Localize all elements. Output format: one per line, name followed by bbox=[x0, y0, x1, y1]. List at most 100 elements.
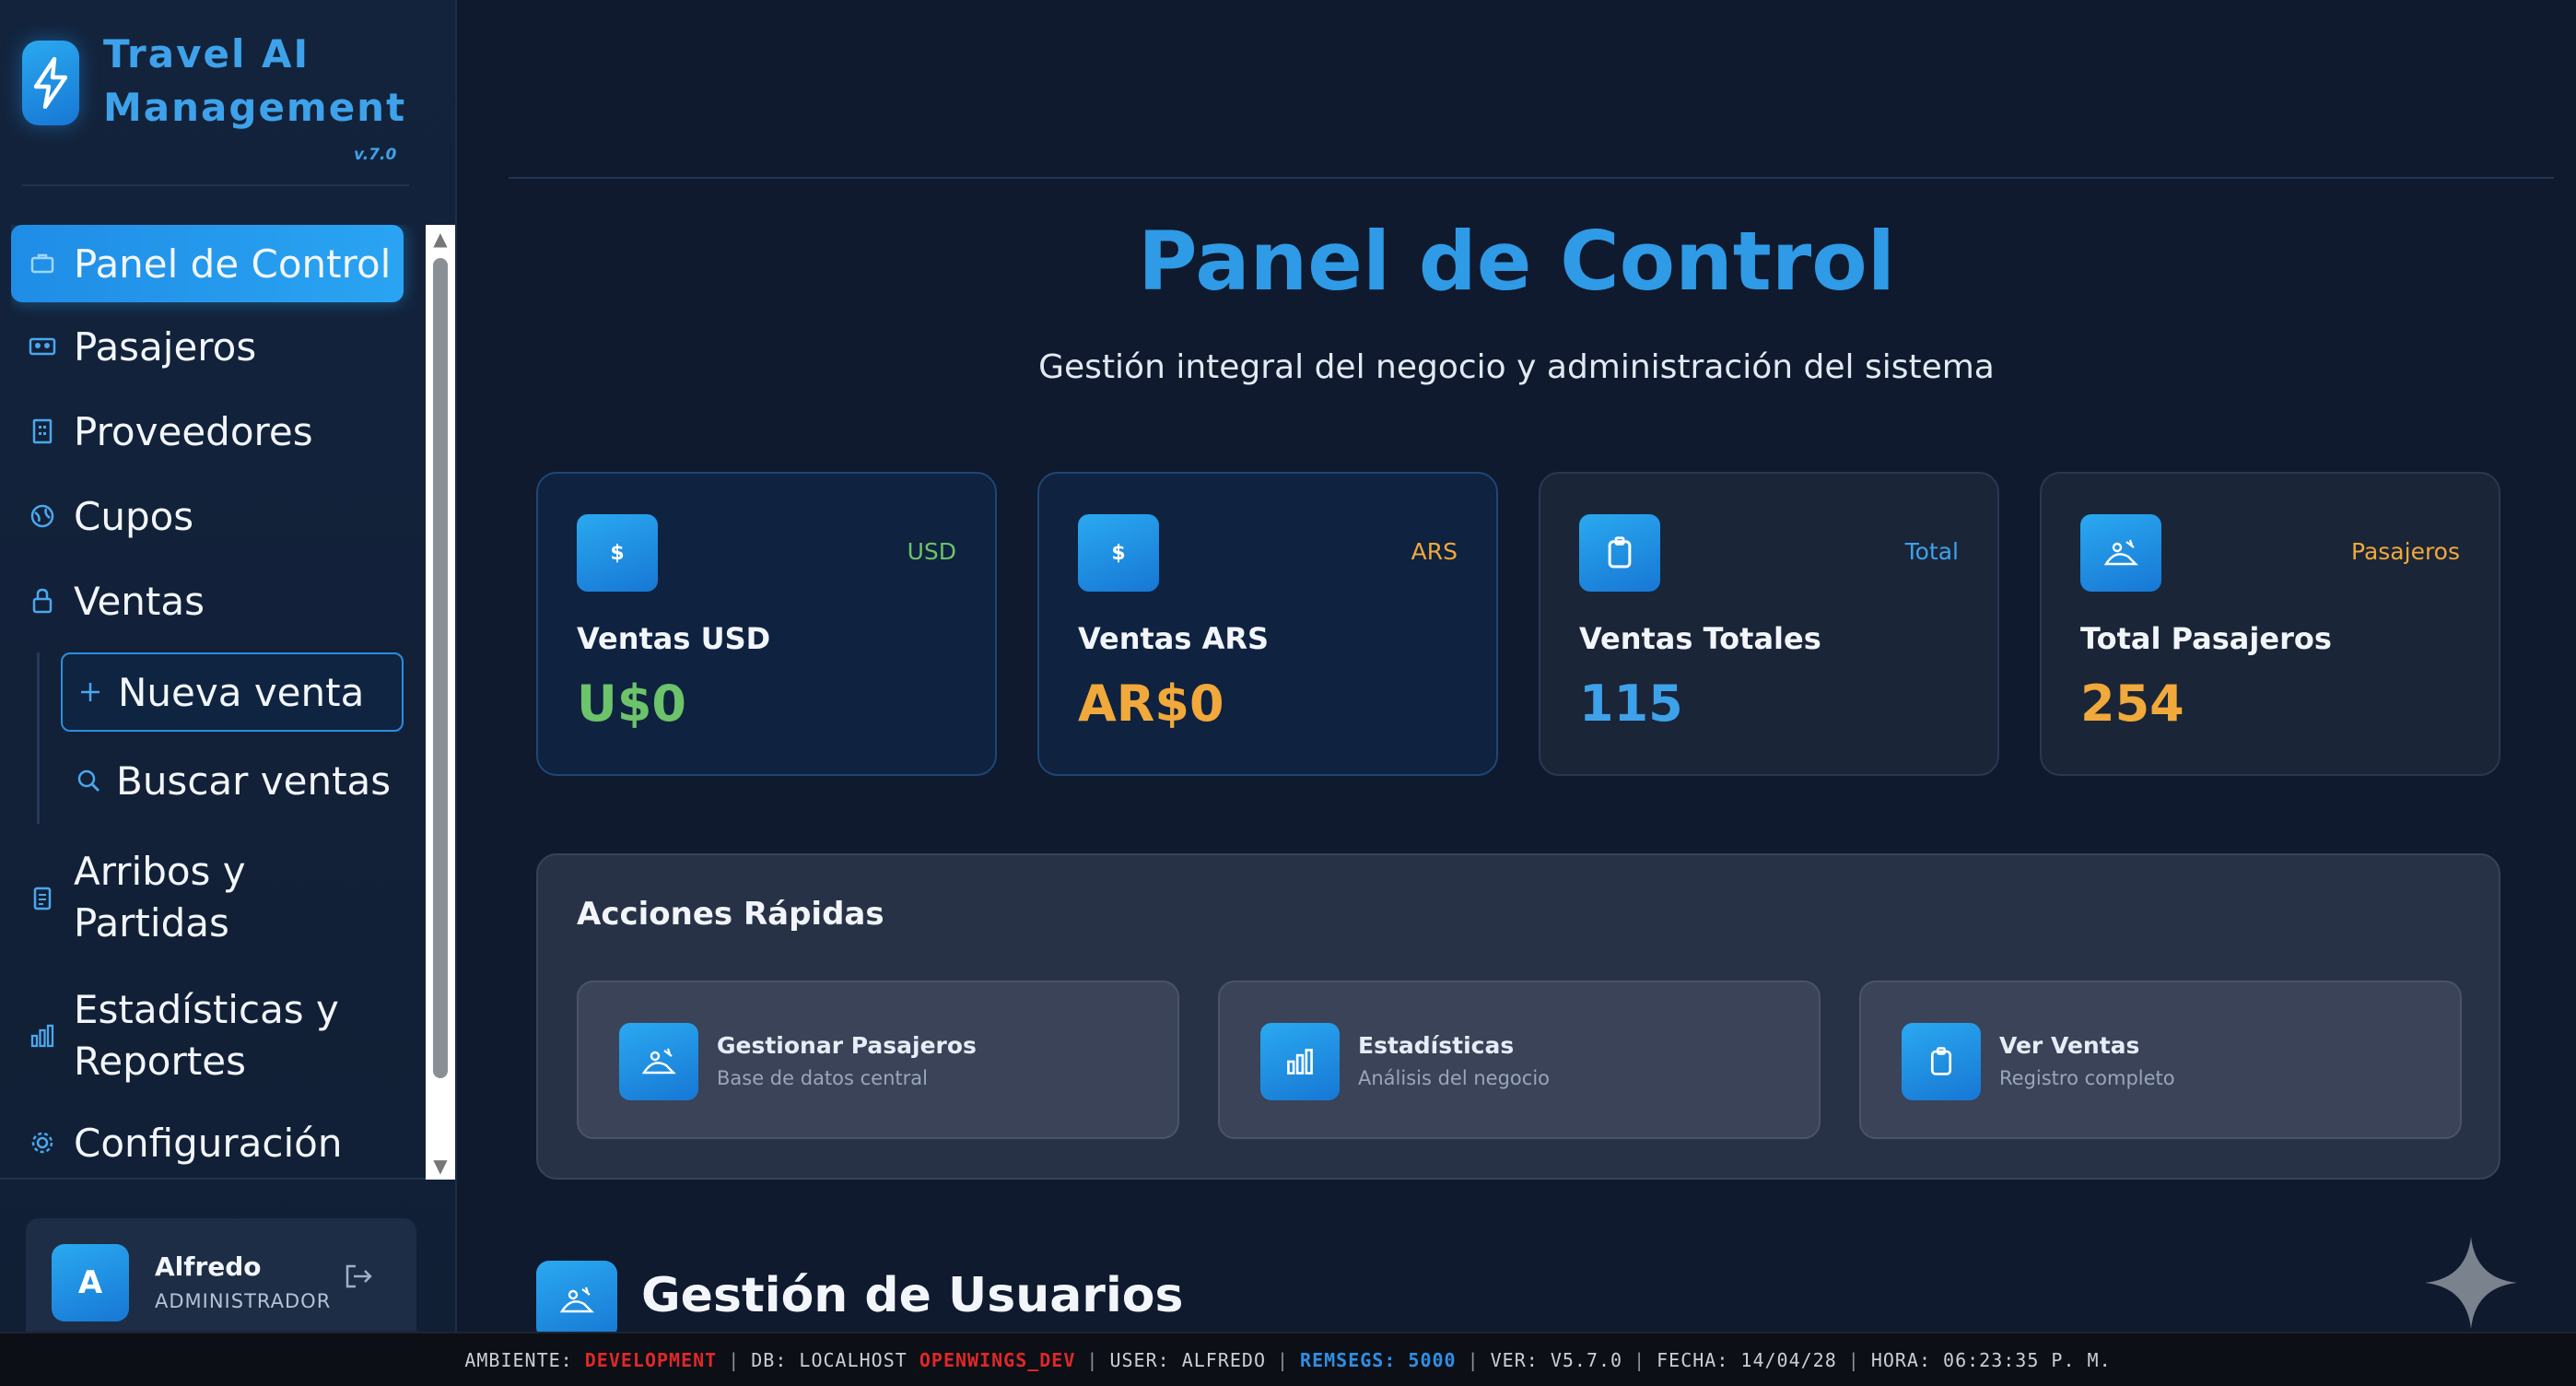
sidebar-subitem-buscar-ventas[interactable]: Buscar ventas bbox=[61, 741, 404, 820]
sidebar-subitem-label: Buscar ventas bbox=[116, 758, 392, 804]
page-title: Panel de Control bbox=[1138, 214, 1895, 309]
status-date: FECHA: 14/04/28 bbox=[1657, 1348, 1837, 1371]
quick-action-label: Gestionar Pasajeros bbox=[717, 1032, 977, 1059]
quick-actions-title: Acciones Rápidas bbox=[577, 896, 884, 933]
sidebar-item-label: Cupos bbox=[74, 493, 194, 539]
stat-tag: ARS bbox=[1411, 538, 1458, 565]
divider bbox=[0, 1178, 426, 1180]
clipboard-icon bbox=[1902, 1023, 1981, 1100]
stat-card-ventas-totales[interactable]: Total Ventas Totales 115 bbox=[1539, 472, 1999, 776]
brand-version: v.7.0 bbox=[354, 146, 397, 164]
status-db-value: OPENWINGS_DEV bbox=[919, 1348, 1076, 1371]
sidebar: Travel AI Management v.7.0 Panel de Cont… bbox=[0, 0, 457, 1332]
lightning-icon bbox=[22, 41, 79, 125]
sidebar-item-label: Panel de Control bbox=[74, 241, 392, 287]
brand-title-line1: Travel AI bbox=[103, 31, 310, 76]
dollar-icon: $ bbox=[1078, 514, 1159, 592]
gear-icon bbox=[11, 1130, 74, 1156]
quick-action-ver-ventas[interactable]: Ver Ventas Registro completo bbox=[1859, 981, 2462, 1139]
sidebar-item-pasajeros[interactable]: Pasajeros bbox=[11, 310, 404, 383]
quick-action-label: Ver Ventas bbox=[1999, 1032, 2140, 1059]
stat-card-total-pasajeros[interactable]: Pasajeros Total Pasajeros 254 bbox=[2040, 472, 2500, 776]
passengers-icon bbox=[11, 335, 74, 358]
page-subtitle: Gestión integral del negocio y administr… bbox=[1038, 348, 1995, 386]
logout-icon[interactable] bbox=[343, 1263, 374, 1294]
status-separator: | bbox=[728, 1348, 741, 1371]
plus-icon bbox=[63, 680, 118, 704]
sparkle-icon[interactable] bbox=[2425, 1237, 2517, 1329]
stat-label: Ventas ARS bbox=[1078, 621, 1270, 656]
scroll-down-arrow-icon[interactable]: ▼ bbox=[426, 1152, 455, 1180]
stat-label: Ventas Totales bbox=[1579, 621, 1821, 656]
user-name: Alfredo bbox=[155, 1251, 262, 1282]
sidebar-item-cupos[interactable]: Cupos bbox=[11, 479, 404, 553]
status-env-value: DEVELOPMENT bbox=[584, 1348, 718, 1371]
stat-card-ventas-usd[interactable]: $ USD Ventas USD U$0 bbox=[536, 472, 997, 776]
sidebar-item-label: Ventas bbox=[74, 578, 205, 624]
passengers-icon bbox=[2080, 514, 2161, 592]
scroll-thumb[interactable] bbox=[433, 258, 448, 1078]
stat-card-ventas-ars[interactable]: $ ARS Ventas ARS AR$0 bbox=[1037, 472, 1498, 776]
sidebar-item-label: Pasajeros bbox=[74, 323, 257, 370]
brand-title-line2: Management bbox=[103, 85, 407, 130]
globe-icon bbox=[11, 503, 74, 529]
dollar-icon: $ bbox=[577, 514, 658, 592]
sidebar-item-label: Proveedores bbox=[74, 408, 313, 454]
status-time: HORA: 06:23:35 P. M. bbox=[1870, 1348, 2112, 1371]
users-icon bbox=[536, 1261, 617, 1340]
sidebar-item-panel-de-control[interactable]: Panel de Control bbox=[11, 225, 404, 302]
sidebar-nav: Panel de Control Pasajeros Proveedores C… bbox=[11, 225, 426, 1180]
sidebar-item-arribos-y-partidas[interactable]: Arribos y Partidas bbox=[11, 840, 404, 955]
status-version: VER: V5.7.0 bbox=[1490, 1348, 1623, 1371]
quick-action-desc: Registro completo bbox=[1999, 1067, 2175, 1089]
passengers-icon bbox=[619, 1023, 698, 1100]
sidebar-item-estadisticas-y-reportes[interactable]: Estadísticas y Reportes bbox=[11, 979, 404, 1093]
scroll-up-arrow-icon[interactable]: ▲ bbox=[426, 225, 455, 253]
status-separator: | bbox=[1277, 1348, 1290, 1371]
sidebar-subitem-nueva-venta[interactable]: Nueva venta bbox=[61, 652, 404, 732]
divider bbox=[509, 177, 2554, 179]
quick-action-desc: Base de datos central bbox=[717, 1067, 928, 1089]
sidebar-item-label: Configuración bbox=[74, 1120, 343, 1166]
status-separator: | bbox=[1467, 1348, 1480, 1371]
sidebar-subitem-label: Nueva venta bbox=[118, 669, 365, 715]
status-separator: | bbox=[1847, 1348, 1860, 1371]
user-role: ADMINISTRADOR bbox=[155, 1290, 332, 1312]
avatar[interactable]: A bbox=[52, 1244, 129, 1321]
quick-action-estadisticas[interactable]: Estadísticas Análisis del negocio bbox=[1218, 981, 1821, 1139]
sidebar-item-proveedores[interactable]: Proveedores bbox=[11, 394, 404, 468]
sidebar-scrollbar[interactable]: ▲ ▼ bbox=[426, 225, 455, 1180]
building-icon bbox=[11, 418, 74, 444]
sidebar-item-label: Arribos y Partidas bbox=[74, 849, 246, 946]
quick-action-gestionar-pasajeros[interactable]: Gestionar Pasajeros Base de datos centra… bbox=[577, 981, 1179, 1139]
status-env-label: AMBIENTE: bbox=[464, 1348, 573, 1371]
sidebar-item-label: Estadísticas y Reportes bbox=[74, 987, 339, 1084]
status-remsegs-value: 5000 bbox=[1408, 1348, 1457, 1371]
stat-value: AR$0 bbox=[1078, 675, 1224, 733]
user-card: A Alfredo ADMINISTRADOR bbox=[26, 1218, 416, 1332]
status-remsegs-label: REMSEGS: bbox=[1300, 1348, 1397, 1371]
stat-label: Ventas USD bbox=[577, 621, 771, 656]
search-icon bbox=[61, 768, 116, 793]
quick-actions-panel: Acciones Rápidas Gestionar Pasajeros Bas… bbox=[536, 853, 2500, 1180]
dashboard-icon bbox=[11, 253, 74, 275]
sidebar-item-ventas[interactable]: Ventas bbox=[11, 564, 404, 638]
status-db-label: DB: LOCALHOST bbox=[751, 1348, 907, 1371]
brand-title: Travel AI Management bbox=[103, 28, 406, 135]
status-separator: | bbox=[1086, 1348, 1099, 1371]
quick-action-desc: Análisis del negocio bbox=[1358, 1067, 1551, 1089]
stat-tag: Total bbox=[1904, 538, 1959, 565]
submenu-line bbox=[37, 652, 40, 824]
stat-value: U$0 bbox=[577, 675, 686, 733]
stat-tag: USD bbox=[907, 538, 956, 565]
lock-icon bbox=[11, 587, 74, 615]
brand: Travel AI Management v.7.0 bbox=[22, 28, 427, 184]
section-title: Gestión de Usuarios bbox=[641, 1268, 1184, 1323]
quick-action-label: Estadísticas bbox=[1358, 1032, 1515, 1059]
status-bar: AMBIENTE: DEVELOPMENT | DB: LOCALHOST OP… bbox=[0, 1332, 2576, 1386]
status-separator: | bbox=[1633, 1348, 1646, 1371]
clipboard-icon bbox=[11, 885, 74, 910]
sidebar-item-configuracion[interactable]: Configuración bbox=[11, 1106, 404, 1180]
bar-chart-icon bbox=[1260, 1023, 1340, 1100]
stat-tag: Pasajeros bbox=[2351, 538, 2460, 565]
